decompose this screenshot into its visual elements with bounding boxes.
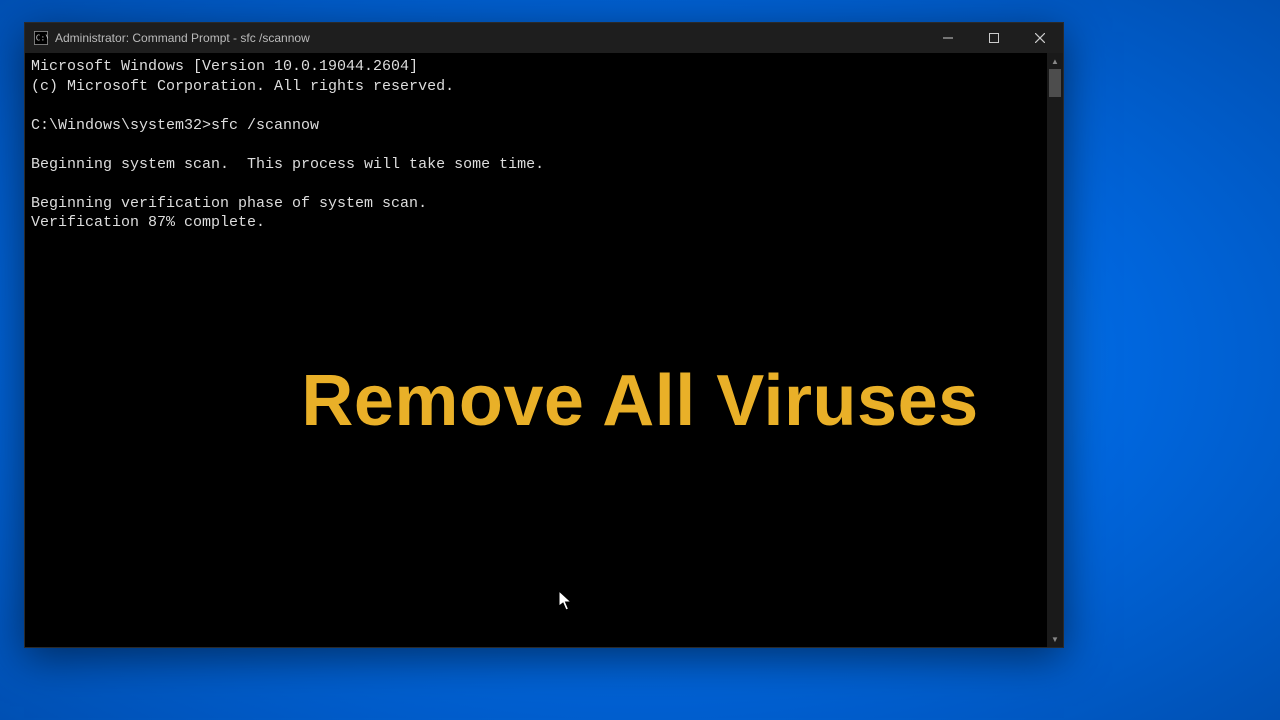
terminal-body: Microsoft Windows [Version 10.0.19044.26… bbox=[25, 53, 1063, 647]
terminal-line: Beginning verification phase of system s… bbox=[31, 195, 427, 212]
svg-text:C:\: C:\ bbox=[36, 34, 48, 43]
overlay-headline: Remove All Viruses bbox=[301, 360, 978, 442]
terminal-line: Verification 87% complete. bbox=[31, 214, 265, 231]
scroll-down-icon[interactable]: ▼ bbox=[1047, 631, 1063, 647]
window-title: Administrator: Command Prompt - sfc /sca… bbox=[55, 31, 310, 45]
entered-command: sfc /scannow bbox=[211, 117, 319, 134]
close-button[interactable] bbox=[1017, 23, 1063, 53]
terminal-line: Beginning system scan. This process will… bbox=[31, 156, 544, 173]
terminal-output[interactable]: Microsoft Windows [Version 10.0.19044.26… bbox=[25, 53, 1047, 647]
scroll-up-icon[interactable]: ▲ bbox=[1047, 53, 1063, 69]
prompt-path: C:\Windows\system32> bbox=[31, 117, 211, 134]
command-prompt-window: C:\ Administrator: Command Prompt - sfc … bbox=[24, 22, 1064, 648]
vertical-scrollbar[interactable]: ▲ ▼ bbox=[1047, 53, 1063, 647]
scroll-thumb[interactable] bbox=[1049, 69, 1061, 97]
cmd-icon: C:\ bbox=[33, 30, 49, 46]
terminal-line: Microsoft Windows [Version 10.0.19044.26… bbox=[31, 58, 418, 75]
terminal-line: (c) Microsoft Corporation. All rights re… bbox=[31, 78, 454, 95]
minimize-button[interactable] bbox=[925, 23, 971, 53]
maximize-button[interactable] bbox=[971, 23, 1017, 53]
titlebar[interactable]: C:\ Administrator: Command Prompt - sfc … bbox=[25, 23, 1063, 53]
